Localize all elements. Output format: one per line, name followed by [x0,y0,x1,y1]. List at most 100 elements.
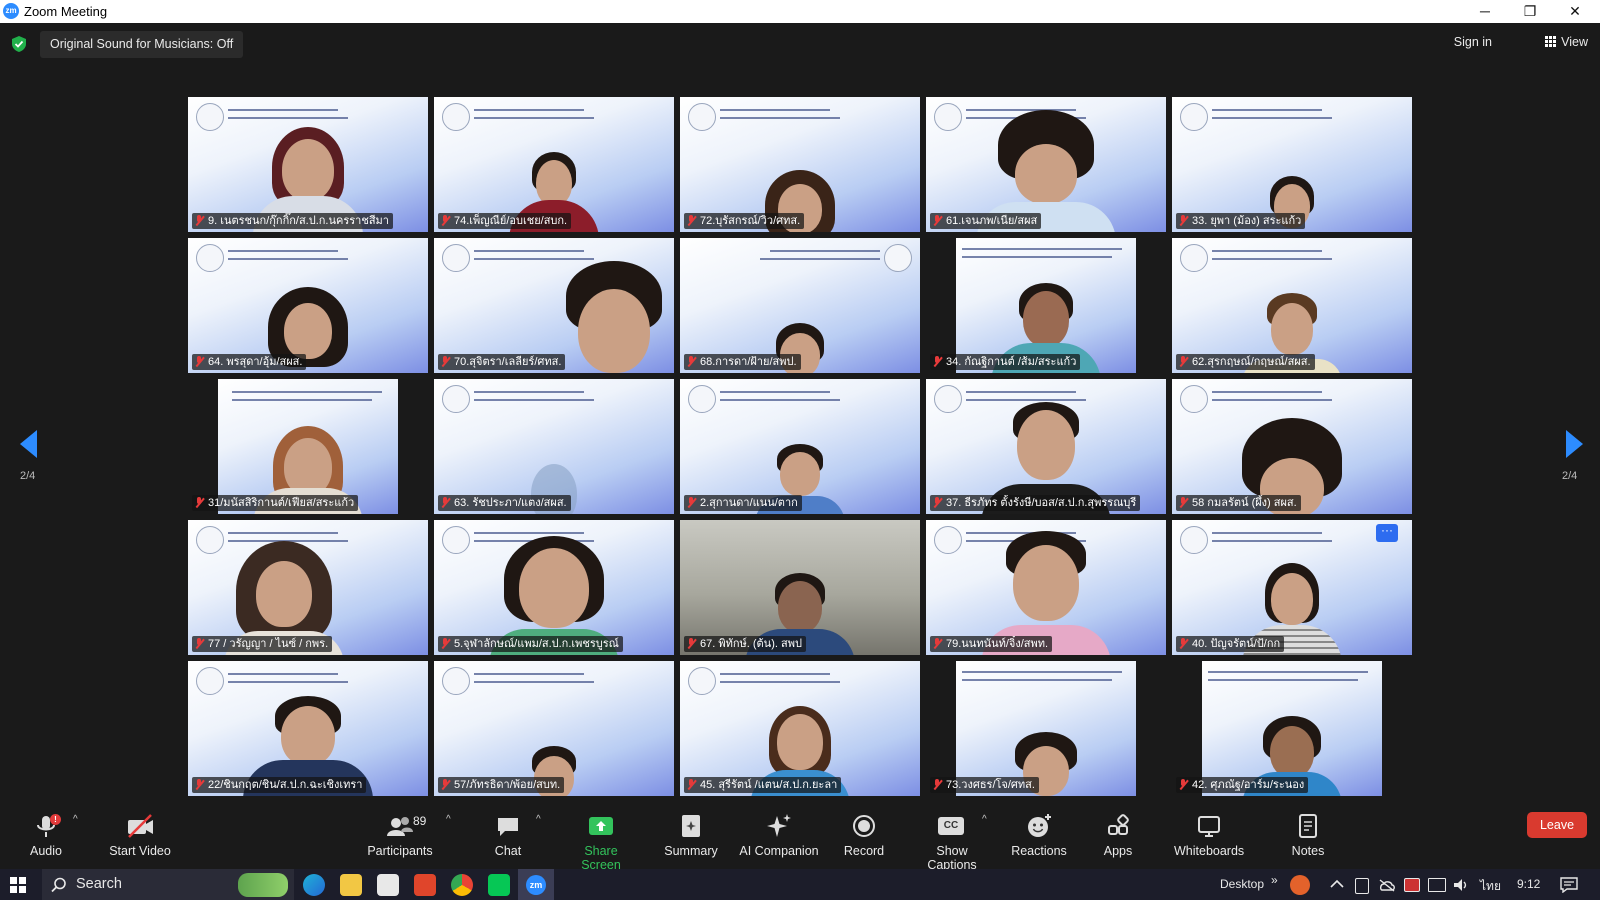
reactions-button[interactable]: Reactions [1010,812,1068,858]
restore-button[interactable]: ❐ [1507,0,1553,23]
zoom-taskbar-button[interactable]: zm [518,869,554,900]
encryption-shield-icon[interactable] [12,36,26,52]
original-sound-button[interactable]: Original Sound for Musicians: Off [40,31,244,58]
next-page-arrow-icon[interactable] [1566,430,1583,458]
participant-tile[interactable]: 63. รัชประภา/แตง/สผส. [434,379,674,514]
security-alert-icon[interactable] [1404,878,1420,892]
share-screen-icon [589,817,613,835]
video-frame [680,520,920,655]
record-button[interactable]: Record [840,812,888,858]
input-language-indicator[interactable]: ไทย [1480,877,1501,896]
video-frame [218,379,398,514]
chat-options-caret-icon[interactable]: ^ [536,814,541,825]
view-button[interactable]: View [1545,35,1588,49]
zoom-app-icon: zm [3,3,19,19]
participants-button[interactable]: 89 Participants [365,812,435,858]
participant-tile[interactable]: 22/ชินกฤต/ชิน/ส.ป.ก.ฉะเชิงเทรา [188,661,428,796]
muted-mic-icon [1178,638,1189,649]
previous-page-arrow-icon[interactable] [20,430,37,458]
audio-options-caret-icon[interactable]: ^ [73,814,78,825]
edge-browser-icon[interactable] [303,874,325,896]
organization-logo-icon [442,244,470,272]
participant-tile[interactable]: 34. กัณฐิกานต์ /ส้ม/สระแก้ว [926,238,1166,373]
participant-name-label: 22/ชินกฤต/ชิน/ส.ป.ก.ฉะเชิงเทรา [192,777,367,793]
chrome-browser-icon[interactable] [451,874,473,896]
show-hidden-icons-chevron-icon[interactable] [1330,879,1344,889]
participant-tile[interactable]: 37. ธีรภัทร ตั้งรังษี/บอส/ส.ป.ก.สุพรรณบุ… [926,379,1166,514]
participant-tile[interactable]: 9. เนตรชนก/กุ๊กกิ๊ก/ส.ป.ก.นครราชสีมา [188,97,428,232]
start-video-button[interactable]: Start Video [105,812,175,858]
notes-label: Notes [1291,844,1325,858]
reactions-label: Reactions [1011,844,1067,858]
chat-button[interactable]: Chat [488,812,528,858]
participant-tile[interactable]: 31/มนัสสิริกานต์/เฟียส/สระแก้ว [188,379,428,514]
desktop-chevron-icon[interactable]: » [1271,873,1278,887]
participant-tile[interactable]: 73.วงศธร/โจ/ศทส. [926,661,1166,796]
whiteboards-button[interactable]: Whiteboards [1174,812,1244,858]
taskbar-search-box[interactable]: Search [42,869,294,900]
participant-tile[interactable]: 2.สุกานดา/แนน/ตาก [680,379,920,514]
microsoft-store-icon[interactable] [377,874,399,896]
organization-logo-icon [1180,526,1208,554]
windows-start-icon[interactable] [10,877,26,893]
participant-tile[interactable]: 72.บุรัสกรณ์/วิว/ศทส. [680,97,920,232]
muted-mic-icon [932,215,943,226]
show-captions-label: Show Captions [927,844,977,872]
participant-tile[interactable]: ··· 40. ปัญจรัตน์/ป้/กก [1172,520,1412,655]
notes-button[interactable]: Notes [1290,812,1326,858]
participant-tile[interactable]: 68.การดา/ฝ้าย/สพป. [680,238,920,373]
tray-app-icon[interactable] [1290,875,1310,895]
muted-mic-icon [932,497,943,508]
clock-time[interactable]: 9:12 [1517,877,1540,891]
video-frame [1172,379,1412,514]
participants-label: Participants [367,844,433,858]
participant-tile[interactable]: 61.เจนภพ/เนีย/สผส [926,97,1166,232]
share-screen-button[interactable]: Share Screen [563,812,639,872]
participant-tile[interactable]: 33. ยุพา (ม้อง) สระแก้ว [1172,97,1412,232]
captions-options-caret-icon[interactable]: ^ [982,814,987,825]
participant-name-label: 63. รัชประภา/แตง/สผส. [438,495,571,511]
muted-mic-icon [194,779,205,790]
leave-button[interactable]: Leave [1527,812,1587,838]
participants-options-caret-icon[interactable]: ^ [446,814,451,825]
apps-label: Apps [1103,844,1133,858]
network-icon[interactable] [1428,878,1446,892]
participant-tile[interactable]: 45. สุรีรัตน์ /แตน/ส.ป.ก.ยะลา [680,661,920,796]
participant-name-label: 5.จุฬาลักษณ์/แพม/ส.ป.ก.เพชรบูรณ์ [438,636,623,652]
volume-icon[interactable] [1452,877,1470,893]
participant-tile[interactable]: 67. พิทักษ์. (ต้น). สพป [680,520,920,655]
reactions-smiley-icon [1028,814,1051,837]
minimize-button[interactable]: ─ [1462,0,1508,23]
file-explorer-icon[interactable] [340,874,362,896]
notifications-icon[interactable] [1560,877,1578,893]
line-app-icon[interactable] [488,874,510,896]
participant-tile[interactable]: 64. พรสุดา/อุ้ม/สผส. [188,238,428,373]
ai-companion-button[interactable]: AI Companion [736,812,822,858]
participant-tile[interactable]: 77 / วรัญญา / ไนซ์ / กพร. [188,520,428,655]
participant-tile[interactable]: 42. ศุภณัฐ/อาร์ม/ระนอง [1172,661,1412,796]
participant-tile[interactable]: 5.จุฬาลักษณ์/แพม/ส.ป.ก.เพชรบูรณ์ [434,520,674,655]
muted-mic-icon [440,497,451,508]
tile-more-options-button[interactable]: ··· [1376,524,1398,542]
cloud-sync-icon[interactable] [1378,878,1396,892]
participant-tile[interactable]: 79.นนทนันท์/จิ๋ง/สพท. [926,520,1166,655]
office-icon[interactable] [414,874,436,896]
device-icon[interactable] [1355,878,1369,894]
audio-button[interactable]: ! Audio [26,812,66,858]
summary-button[interactable]: Summary [662,812,720,858]
video-frame [1202,661,1382,796]
sign-in-link[interactable]: Sign in [1454,35,1492,49]
close-button[interactable]: ✕ [1552,0,1598,23]
windows-taskbar: Search zm Desktop » ไทย 9:12 [0,869,1600,900]
desktop-toolbar-label[interactable]: Desktop [1220,877,1264,891]
muted-mic-icon [686,215,697,226]
participant-tile[interactable]: 70.สุจิตรา/เลลียร์/ศทส. [434,238,674,373]
apps-button[interactable]: Apps [1100,812,1136,858]
participant-name-label: 31/มนัสสิริกานต์/เฟียส/สระแก้ว [192,495,359,511]
participant-tile[interactable]: 62.สุรกฤษณ์/กฤษณ์/สผส. [1172,238,1412,373]
participant-tile[interactable]: 58 กมลรัตน์ (ผึ้ง) สผส. [1172,379,1412,514]
participant-tile[interactable]: 74.เพ็ญณีย์/อบเชย/สบก. [434,97,674,232]
participant-tile[interactable]: 57/ภัทรธิดา/พ้อย/สบท. [434,661,674,796]
participant-name-label: 70.สุจิตรา/เลลียร์/ศทส. [438,354,566,370]
participant-name-label: 73.วงศธร/โจ/ศทส. [930,777,1039,793]
